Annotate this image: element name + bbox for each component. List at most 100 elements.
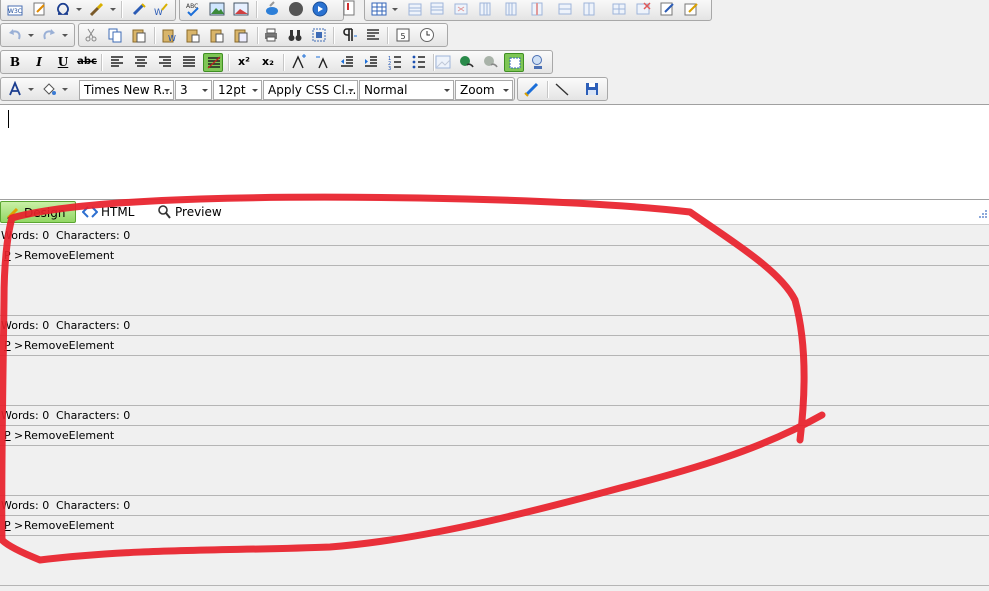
paste-from-word-button[interactable]: W	[159, 26, 179, 45]
align-center-button[interactable]	[131, 53, 151, 72]
justify-button[interactable]	[179, 53, 199, 72]
insert-column-left-button[interactable]	[475, 0, 495, 19]
row-properties-button[interactable]	[681, 0, 701, 19]
strikethrough-button[interactable]: abc	[77, 53, 97, 72]
bullet-list-button[interactable]	[409, 53, 429, 72]
insert-template-button[interactable]	[29, 0, 49, 19]
bold-button[interactable]: B	[5, 53, 25, 72]
tag-path-p-link[interactable]: P	[4, 246, 11, 266]
show-paragraph-marks-button[interactable]	[339, 26, 359, 45]
editor-content-area[interactable]	[0, 104, 989, 200]
tab-design[interactable]: Design	[0, 201, 76, 223]
brush-dropdown-arrow[interactable]	[108, 0, 117, 19]
format-stripper-button[interactable]	[522, 80, 542, 99]
decrease-font-size-button[interactable]	[313, 53, 333, 72]
clean-word-button[interactable]	[129, 0, 149, 19]
insert-paragraph-button[interactable]	[363, 26, 383, 45]
format-word-button[interactable]: W	[151, 0, 171, 19]
remove-alignment-button[interactable]	[203, 53, 223, 72]
paste-button[interactable]	[129, 26, 149, 45]
italic-button[interactable]: I	[29, 53, 49, 72]
zoom-select[interactable]: Zoom	[455, 80, 513, 100]
font-name-select[interactable]: Times New R...	[79, 80, 174, 100]
table-properties-button[interactable]	[609, 0, 629, 19]
copy-button[interactable]	[105, 26, 125, 45]
undo-dropdown-arrow[interactable]	[26, 26, 35, 45]
tab-html[interactable]: HTML	[78, 201, 148, 223]
numbered-list-button[interactable]: 123	[385, 53, 405, 72]
align-right-button[interactable]	[155, 53, 175, 72]
tag-path-p-link[interactable]: P	[4, 336, 11, 356]
highlight-dropdown-arrow[interactable]	[60, 80, 69, 99]
undo-button[interactable]	[5, 26, 25, 45]
css-class-select[interactable]: Apply CSS Cl...	[263, 80, 358, 100]
hyperlink-manager-button[interactable]	[457, 53, 477, 72]
point-size-select[interactable]: 12pt	[213, 80, 262, 100]
remove-element-link[interactable]: RemoveElement	[24, 246, 114, 266]
image-manager-button[interactable]	[433, 53, 453, 72]
insert-date-button[interactable]: 5	[393, 26, 413, 45]
merge-cells-button[interactable]	[555, 0, 575, 19]
insert-image-button[interactable]	[207, 0, 227, 19]
tag-path-p-link[interactable]: P	[4, 516, 11, 536]
remove-link-button[interactable]	[481, 53, 501, 72]
copy-icon	[108, 28, 122, 43]
redo-button[interactable]	[39, 26, 59, 45]
tab-preview[interactable]: Preview	[152, 201, 228, 223]
symbol-dropdown-arrow[interactable]	[74, 0, 83, 19]
print-button[interactable]	[261, 26, 281, 45]
insert-link-button[interactable]	[262, 0, 282, 19]
redo-dropdown-arrow[interactable]	[60, 26, 69, 45]
superscript-button[interactable]: x²	[234, 53, 254, 72]
w3c-validate-button[interactable]: W3C	[5, 0, 25, 19]
image-map-button[interactable]	[231, 0, 251, 19]
insert-media-button[interactable]	[310, 0, 330, 19]
brush-icon	[89, 2, 104, 17]
toggle-borders-button[interactable]	[504, 53, 524, 72]
table-dropdown-arrow[interactable]	[390, 0, 399, 19]
font-color-dropdown-arrow[interactable]	[26, 80, 35, 99]
remove-element-link[interactable]: RemoveElement	[24, 336, 114, 356]
find-replace-button[interactable]	[285, 26, 305, 45]
cell-properties-button[interactable]	[657, 0, 677, 19]
paste-as-html-button[interactable]	[207, 26, 227, 45]
insert-row-above-button[interactable]	[405, 0, 425, 19]
horizontal-rule-button[interactable]	[552, 80, 572, 99]
increase-font-size-button[interactable]	[289, 53, 309, 72]
indent-button[interactable]	[361, 53, 381, 72]
remove-element-link[interactable]: RemoveElement	[24, 426, 114, 446]
select-all-button[interactable]	[309, 26, 329, 45]
insert-column-right-button[interactable]	[501, 0, 521, 19]
subscript-button[interactable]: x₂	[258, 53, 278, 72]
insert-table-button[interactable]	[369, 0, 389, 19]
paragraph-style-select[interactable]: Normal	[359, 80, 454, 100]
delete-column-button[interactable]	[527, 0, 547, 19]
word-count: Words: 0	[1, 229, 50, 242]
printer-icon	[265, 28, 277, 42]
insert-document-button[interactable]	[339, 0, 359, 18]
delete-row-button[interactable]	[451, 0, 471, 19]
insert-flash-button[interactable]	[286, 0, 306, 19]
paste-special-icon	[234, 29, 248, 43]
outdent-button[interactable]	[337, 53, 357, 72]
delete-table-button[interactable]	[633, 0, 653, 19]
font-color-button[interactable]	[5, 80, 25, 99]
highlight-color-button[interactable]	[39, 80, 59, 99]
insert-time-button[interactable]	[417, 26, 437, 45]
split-cells-button[interactable]	[579, 0, 599, 19]
spell-check-button[interactable]: ABC	[183, 0, 203, 19]
paste-special-button[interactable]	[231, 26, 251, 45]
insert-symbol-button[interactable]	[53, 0, 73, 19]
save-button[interactable]	[582, 80, 602, 99]
flash-manager-button[interactable]	[528, 53, 548, 72]
underline-button[interactable]: U	[53, 53, 73, 72]
remove-element-link[interactable]: RemoveElement	[24, 516, 114, 536]
tag-path-p-link[interactable]: P	[4, 426, 11, 446]
format-brush-button[interactable]	[87, 0, 107, 19]
insert-row-below-button[interactable]	[427, 0, 447, 19]
cut-button[interactable]	[81, 26, 101, 45]
font-size-select[interactable]: 3	[175, 80, 212, 100]
resize-grip-icon[interactable]	[977, 208, 987, 218]
paste-plain-text-button[interactable]	[183, 26, 203, 45]
align-left-button[interactable]	[107, 53, 127, 72]
